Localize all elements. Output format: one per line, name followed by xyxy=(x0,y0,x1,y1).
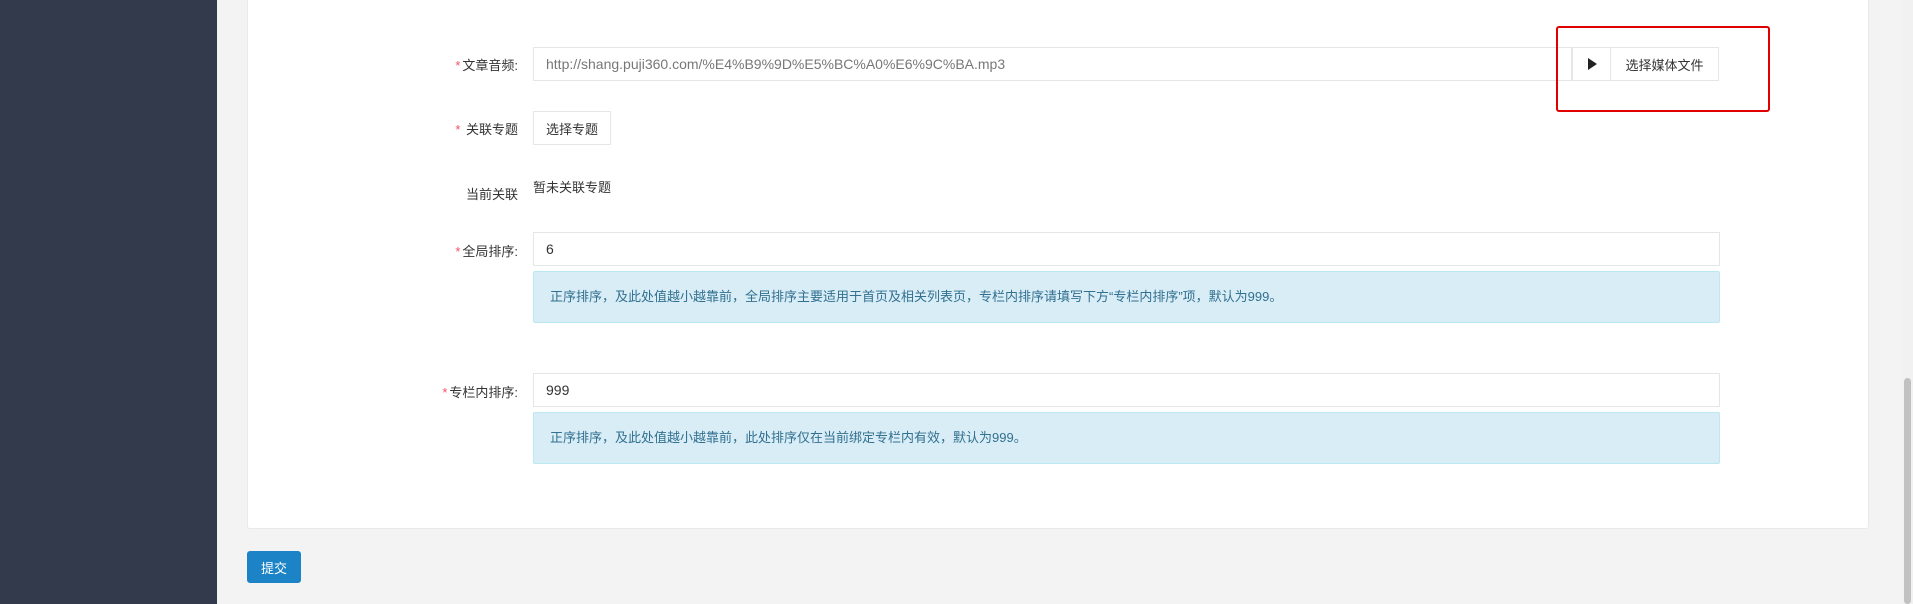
required-mark: * xyxy=(455,58,461,73)
column-sort-input[interactable] xyxy=(533,373,1720,407)
media-button-group: 选择媒体文件 xyxy=(1572,47,1719,81)
topic-label: * 关联专题 xyxy=(455,119,518,138)
global-sort-input[interactable] xyxy=(533,232,1720,266)
current-topic-value: 暂未关联专题 xyxy=(533,180,612,195)
global-sort-label: * 全局排序: xyxy=(455,241,518,260)
column-sort-label: * 专栏内排序: xyxy=(442,382,518,401)
audio-label-text: 文章音频: xyxy=(462,58,518,73)
required-mark: * xyxy=(442,385,448,400)
select-topic-button[interactable]: 选择专题 xyxy=(533,111,612,145)
page-scrollbar[interactable] xyxy=(1902,0,1913,604)
column-sort-label-text: 专栏内排序: xyxy=(449,385,518,400)
global-sort-label-text: 全局排序: xyxy=(462,244,518,259)
submit-button[interactable]: 提交 xyxy=(247,551,301,583)
current-label: 当前关联 xyxy=(465,187,518,202)
topic-label-text: 关联专题 xyxy=(462,122,518,137)
select-media-button[interactable]: 选择媒体文件 xyxy=(1611,47,1719,81)
required-mark: * xyxy=(455,244,461,259)
scrollbar-thumb[interactable] xyxy=(1904,378,1911,604)
audio-label: * 文章音频: xyxy=(455,55,518,74)
global-sort-hint: 正序排序，及此处值越小越靠前，全局排序主要适用于首页及相关列表页，专栏内排序请填… xyxy=(533,271,1720,323)
audio-url-input[interactable] xyxy=(533,47,1572,81)
play-button[interactable] xyxy=(1572,47,1611,81)
play-icon xyxy=(1588,58,1597,70)
required-mark: * xyxy=(455,122,461,137)
column-sort-hint: 正序排序，及此处值越小越靠前，此处排序仅在当前绑定专栏内有效，默认为999。 xyxy=(533,412,1720,464)
sidebar xyxy=(0,0,217,604)
